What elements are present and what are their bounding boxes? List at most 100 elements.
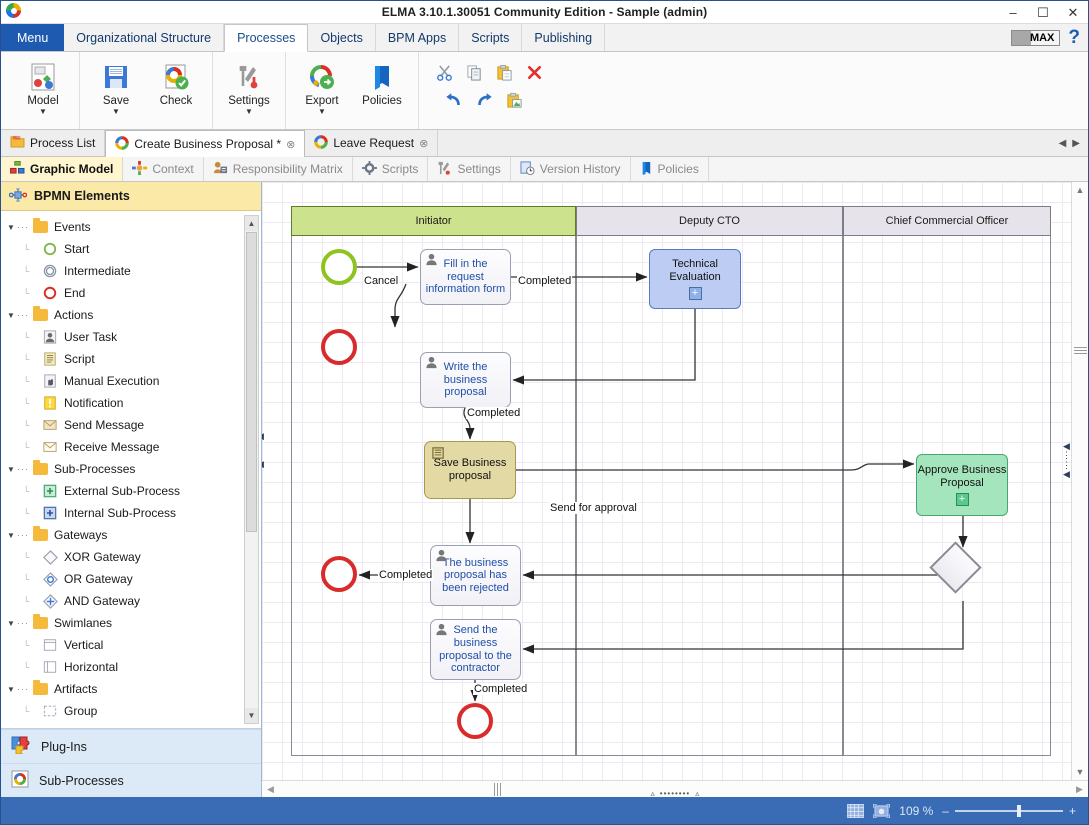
scroll-up-icon[interactable]: ▲ <box>1072 182 1089 198</box>
minimize-button[interactable]: – <box>998 1 1028 23</box>
scroll-down-icon[interactable]: ▼ <box>1072 764 1089 780</box>
subprocess-approve-business-proposal[interactable]: Approve Business Proposal + <box>916 454 1008 516</box>
tree-item-intermediate[interactable]: └ Intermediate <box>7 260 261 282</box>
bpmn-elements-header[interactable]: BPMN Elements <box>1 182 261 211</box>
tree-item-receive-message[interactable]: └ Receive Message <box>7 436 261 458</box>
chevron-down-icon[interactable]: ▼ ··· <box>7 530 29 540</box>
tree-item-vertical[interactable]: └ Vertical <box>7 634 261 656</box>
right-panel-splitter[interactable]: ◀ ⋮ ⋮ ◀ <box>1062 441 1071 480</box>
expand-plus-icon[interactable]: + <box>955 493 969 507</box>
tab-scripts[interactable]: Scripts <box>459 24 523 51</box>
tree-item-group[interactable]: └ Group <box>7 700 261 722</box>
doc-tab-process-list[interactable]: Process List <box>1 130 106 156</box>
tree-item-and-gateway[interactable]: └ AND Gateway <box>7 590 261 612</box>
close-button[interactable]: ✕ <box>1058 1 1088 23</box>
task-send-proposal-to-contractor[interactable]: Send the business proposal to the contra… <box>430 619 521 680</box>
zoom-out-button[interactable]: – <box>942 804 949 818</box>
diagram-canvas[interactable]: ◀⋮⋮◀ Initiator Deputy CTO Chief Commerci… <box>262 182 1071 780</box>
tree-item-xor-gateway[interactable]: └ XOR Gateway <box>7 546 261 568</box>
zoom-track[interactable] <box>954 804 1063 817</box>
sidebar-item-sub-processes[interactable]: Sub-Processes <box>1 763 261 797</box>
task-proposal-rejected[interactable]: The business proposal has been rejected <box>430 545 521 606</box>
zoom-slider[interactable]: – + <box>942 804 1076 818</box>
save-button[interactable]: Save ▼ <box>88 56 144 116</box>
tab-objects[interactable]: Objects <box>308 24 376 51</box>
subtab-scripts[interactable]: Scripts <box>353 157 429 181</box>
task-write-business-proposal[interactable]: Write the business proposal <box>420 352 511 408</box>
tree-item-end[interactable]: └ End <box>7 282 261 304</box>
scroll-down-icon[interactable]: ▼ <box>245 708 258 723</box>
tree-item-user-task[interactable]: └ User Task <box>7 326 261 348</box>
tree-folder-events[interactable]: ▼ ··· Events <box>7 216 261 238</box>
chevron-down-icon[interactable]: ▼ ··· <box>7 222 29 232</box>
tab-bpm-apps[interactable]: BPM Apps <box>376 24 460 51</box>
chevron-down-icon[interactable]: ▼ ··· <box>7 464 29 474</box>
canvas-horizontal-scrollbar[interactable]: ◀ ▶ ▵ •••••••• ▵ <box>262 780 1088 798</box>
tree-folder-swimlanes[interactable]: ▼ ··· Swimlanes <box>7 612 261 634</box>
check-button[interactable]: Check <box>148 56 204 107</box>
subtab-graphic-model[interactable]: Graphic Model <box>1 157 124 181</box>
tab-publishing[interactable]: Publishing <box>522 24 606 51</box>
canvas-vertical-scrollbar[interactable]: ▲ ▼ <box>1071 182 1088 780</box>
subtab-responsibility-matrix[interactable]: Responsibility Matrix <box>204 157 353 181</box>
tree-item-external-sub-process[interactable]: └ External Sub-Process <box>7 480 261 502</box>
export-caret[interactable]: ▼ <box>318 108 326 116</box>
doc-tab-create-business-proposal[interactable]: Create Business Proposal * ⊗ <box>105 130 306 157</box>
close-icon[interactable]: ⊗ <box>286 138 295 151</box>
subtab-settings[interactable]: Settings <box>428 157 511 181</box>
grid-icon[interactable] <box>847 803 865 818</box>
redo-icon[interactable] <box>473 88 495 112</box>
tree-folder-gateways[interactable]: ▼ ··· Gateways <box>7 524 261 546</box>
doc-tab-leave-request[interactable]: Leave Request ⊗ <box>305 130 439 156</box>
copy-icon[interactable] <box>463 60 485 84</box>
script-task-save-business-proposal[interactable]: Save Business proposal <box>424 441 516 499</box>
fit-to-screen-icon[interactable] <box>872 802 891 819</box>
start-event[interactable] <box>321 249 357 285</box>
zoom-in-button[interactable]: + <box>1069 804 1076 818</box>
export-button[interactable]: Export ▼ <box>294 56 350 116</box>
save-caret[interactable]: ▼ <box>112 108 120 116</box>
subtab-context[interactable]: Context <box>123 157 204 181</box>
task-fill-in-request-form[interactable]: Fill in the request information form <box>420 249 511 305</box>
paste-image-icon[interactable] <box>503 88 525 112</box>
paste-icon[interactable] <box>493 60 515 84</box>
tabs-prev-button[interactable]: ◀ <box>1059 138 1067 149</box>
bottom-panel-splitter[interactable]: ▵ •••••••• ▵ <box>262 789 1088 798</box>
tab-organizational-structure[interactable]: Organizational Structure <box>64 24 225 51</box>
model-caret[interactable]: ▼ <box>39 108 47 116</box>
subprocess-technical-evaluation[interactable]: Technical Evaluation + <box>649 249 741 309</box>
model-button[interactable]: Model ▼ <box>15 56 71 116</box>
close-icon[interactable]: ⊗ <box>419 137 428 150</box>
help-icon[interactable]: ? <box>1068 28 1080 47</box>
policies-button[interactable]: Policies <box>354 56 410 107</box>
settings-caret[interactable]: ▼ <box>245 108 253 116</box>
scroll-up-icon[interactable]: ▲ <box>245 216 258 231</box>
tree-item-manual-execution[interactable]: └ Manual Execution <box>7 370 261 392</box>
delete-icon[interactable] <box>523 60 545 84</box>
sidebar-item-plug-ins[interactable]: Plug-Ins <box>1 729 261 763</box>
chevron-down-icon[interactable]: ▼ ··· <box>7 618 29 628</box>
tree-item-script[interactable]: └ Script <box>7 348 261 370</box>
tree-item-start[interactable]: └ Start <box>7 238 261 260</box>
tree-folder-sub-processes[interactable]: ▼ ··· Sub-Processes <box>7 458 261 480</box>
scroll-grip[interactable] <box>1073 347 1087 356</box>
left-panel-splitter[interactable]: ◀⋮⋮◀ <box>262 431 265 470</box>
chevron-down-icon[interactable]: ▼ ··· <box>7 684 29 694</box>
subtab-version-history[interactable]: Version History <box>511 157 631 181</box>
tree-item-horizontal[interactable]: └ Horizontal <box>7 656 261 678</box>
chevron-down-icon[interactable]: ▼ ··· <box>7 310 29 320</box>
tree-item-send-message[interactable]: └ Send Message <box>7 414 261 436</box>
tree-item-internal-sub-process[interactable]: └ Internal Sub-Process <box>7 502 261 524</box>
tree-item-notification[interactable]: └ Notification <box>7 392 261 414</box>
subtab-policies[interactable]: Policies <box>631 157 709 181</box>
end-event-rejected[interactable] <box>321 556 357 592</box>
scroll-thumb[interactable] <box>246 232 257 532</box>
menu-button[interactable]: Menu <box>1 24 65 51</box>
tree-folder-artifacts[interactable]: ▼ ··· Artifacts <box>7 678 261 700</box>
settings-button[interactable]: Settings ▼ <box>221 56 277 116</box>
undo-icon[interactable] <box>443 88 465 112</box>
end-event-final[interactable] <box>457 703 493 739</box>
tree-folder-actions[interactable]: ▼ ··· Actions <box>7 304 261 326</box>
tabs-next-button[interactable]: ▶ <box>1072 138 1080 149</box>
zoom-thumb[interactable] <box>1016 804 1021 817</box>
